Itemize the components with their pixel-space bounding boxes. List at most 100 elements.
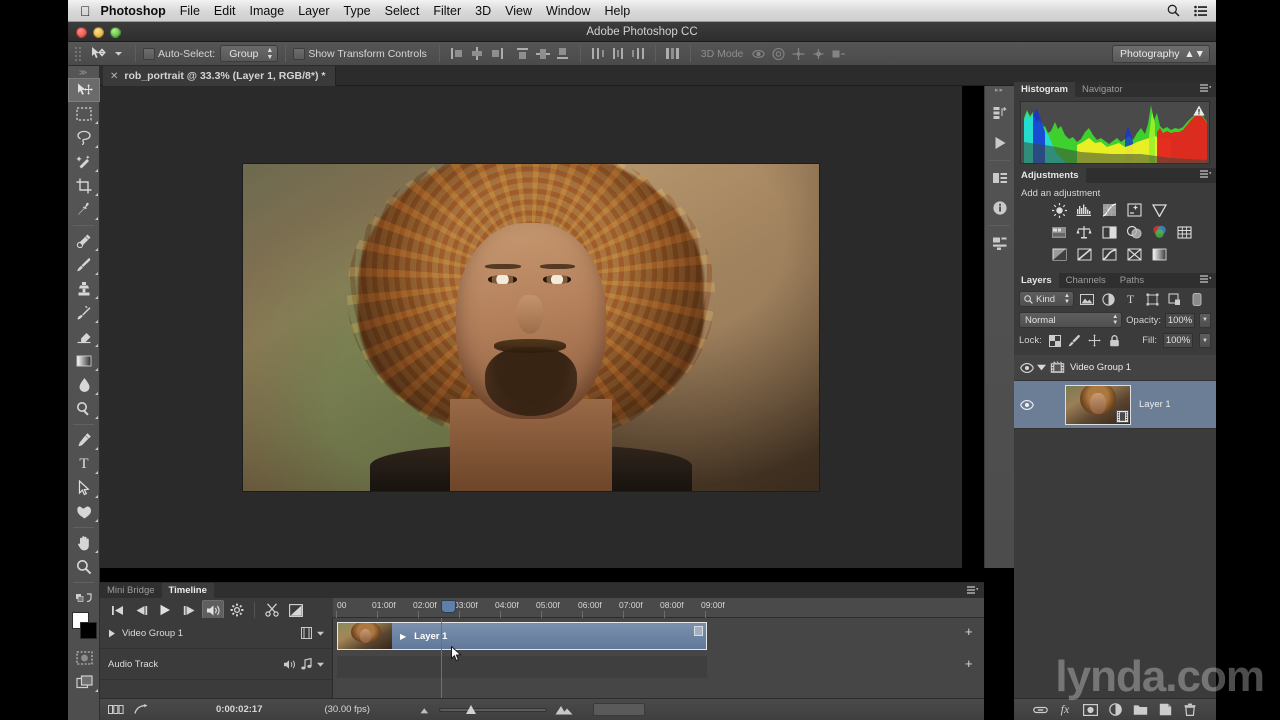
lock-image-icon[interactable]: [1068, 334, 1082, 348]
filter-smart-icon[interactable]: [1165, 291, 1184, 307]
render-settings-icon[interactable]: [226, 600, 248, 620]
eraser-tool[interactable]: [68, 325, 100, 349]
align-top-edges-icon[interactable]: [514, 45, 532, 63]
panel-menu-icon[interactable]: [967, 586, 979, 596]
close-icon[interactable]: ✕: [110, 71, 118, 82]
black-white-icon[interactable]: [1100, 224, 1118, 240]
invert-icon[interactable]: [1050, 246, 1068, 262]
panel-menu-icon[interactable]: [1200, 170, 1212, 180]
layer-filter-kind-select[interactable]: Kind ▲▼: [1019, 291, 1074, 307]
list-icon[interactable]: [1194, 5, 1208, 17]
menu-item-image[interactable]: Image: [249, 4, 284, 18]
convert-to-frame-animation-icon[interactable]: [134, 704, 148, 715]
playhead-handle[interactable]: [441, 600, 456, 613]
photo-filter-icon[interactable]: [1125, 224, 1143, 240]
menu-item-edit[interactable]: Edit: [214, 4, 236, 18]
new-group-icon[interactable]: [1133, 702, 1148, 717]
timeline-clip-layer-1[interactable]: ▶ Layer 1: [337, 622, 707, 650]
hue-saturation-icon[interactable]: [1050, 224, 1068, 240]
tab-navigator[interactable]: Navigator: [1075, 82, 1130, 97]
posterize-icon[interactable]: [1075, 246, 1093, 262]
track-header-audio[interactable]: Audio Track: [100, 649, 332, 680]
options-bar-grip[interactable]: [74, 46, 83, 62]
filter-shape-icon[interactable]: [1143, 291, 1162, 307]
menu-item-help[interactable]: Help: [604, 4, 630, 18]
onion-skin-icon[interactable]: [108, 705, 124, 714]
custom-shape-tool[interactable]: [68, 500, 100, 524]
menu-item-3d[interactable]: 3D: [475, 4, 491, 18]
hand-tool[interactable]: [68, 531, 100, 555]
go-to-first-frame-icon[interactable]: [106, 600, 128, 620]
minimize-window-button[interactable]: [93, 27, 104, 38]
quick-selection-tool[interactable]: [68, 150, 100, 174]
distribute-spacing-icon[interactable]: [664, 45, 682, 63]
menu-item-file[interactable]: File: [180, 4, 200, 18]
filter-pixel-icon[interactable]: [1077, 291, 1096, 307]
menu-item-select[interactable]: Select: [385, 4, 420, 18]
zoom-window-button[interactable]: [110, 27, 121, 38]
exposure-icon[interactable]: [1125, 202, 1143, 218]
transition-icon[interactable]: [285, 600, 307, 620]
brightness-contrast-icon[interactable]: [1050, 202, 1068, 218]
eyedropper-tool[interactable]: [68, 198, 100, 222]
tool-preset-chevron-icon[interactable]: [108, 44, 128, 63]
document-tab[interactable]: ✕ rob_portrait @ 33.3% (Layer 1, RGB/8*)…: [103, 66, 336, 86]
music-note-icon[interactable]: [301, 658, 312, 670]
3d-slide-icon[interactable]: [809, 45, 827, 63]
auto-select-checkbox[interactable]: [143, 48, 155, 60]
menu-app-name[interactable]: Photoshop: [101, 4, 166, 18]
audio-track-lane[interactable]: [337, 656, 707, 678]
move-tool-icon[interactable]: [88, 44, 108, 63]
add-mask-icon[interactable]: [1083, 702, 1098, 717]
frame-rate[interactable]: (30.00 fps): [324, 704, 369, 715]
auto-select-scope-select[interactable]: Group ▲▼: [220, 45, 278, 62]
menu-item-filter[interactable]: Filter: [433, 4, 461, 18]
timeline-ruler[interactable]: 00 01:00f 02:00f 03:00f 04:00f 05:00f 06…: [333, 598, 984, 618]
align-right-edges-icon[interactable]: [488, 45, 506, 63]
channel-mixer-icon[interactable]: [1150, 224, 1168, 240]
tab-mini-bridge[interactable]: Mini Bridge: [100, 583, 162, 598]
speaker-icon[interactable]: [283, 659, 296, 670]
history-brush-tool[interactable]: [68, 301, 100, 325]
quick-mask-icon[interactable]: [68, 646, 100, 670]
rectangular-marquee-tool[interactable]: [68, 102, 100, 126]
blur-tool[interactable]: [68, 373, 100, 397]
tab-adjustments[interactable]: Adjustments: [1014, 168, 1086, 183]
workspace-select[interactable]: Photography ▲▼: [1112, 45, 1210, 63]
move-tool[interactable]: [68, 78, 100, 102]
apple-icon[interactable]: : [80, 4, 91, 18]
filter-adjustment-icon[interactable]: [1099, 291, 1118, 307]
tab-paths[interactable]: Paths: [1113, 273, 1151, 288]
default-colors-icon[interactable]: [68, 586, 100, 610]
zoom-in-icon[interactable]: [555, 705, 573, 715]
zoom-tool[interactable]: [68, 555, 100, 579]
gradient-tool[interactable]: [68, 349, 100, 373]
clone-stamp-tool[interactable]: [68, 277, 100, 301]
canvas-stage[interactable]: [100, 86, 962, 568]
history-icon[interactable]: [985, 98, 1015, 128]
menu-item-view[interactable]: View: [505, 4, 532, 18]
uncached-warning-icon[interactable]: [1193, 105, 1205, 116]
tools-panel-grip[interactable]: ≫: [68, 66, 99, 78]
align-left-edges-icon[interactable]: [448, 45, 466, 63]
brush-tool[interactable]: [68, 253, 100, 277]
threshold-icon[interactable]: [1100, 246, 1118, 262]
layer-row-video-group[interactable]: Video Group 1: [1014, 355, 1216, 381]
tab-histogram[interactable]: Histogram: [1014, 82, 1075, 97]
tab-timeline[interactable]: Timeline: [162, 583, 214, 598]
color-lookup-icon[interactable]: [1175, 224, 1193, 240]
new-adjustment-icon[interactable]: [1108, 702, 1123, 717]
chevron-down-icon[interactable]: [317, 662, 324, 667]
3d-pan-icon[interactable]: [789, 45, 807, 63]
play-icon[interactable]: [154, 600, 176, 620]
next-frame-icon[interactable]: [178, 600, 200, 620]
3d-orbit-icon[interactable]: [749, 45, 767, 63]
filter-type-icon[interactable]: T: [1121, 291, 1140, 307]
layer-visibility-icon[interactable]: [1017, 363, 1037, 373]
histogram-graph[interactable]: [1020, 101, 1210, 164]
align-vertical-centers-icon[interactable]: [534, 45, 552, 63]
timeline-track-canvas[interactable]: ▶ Layer 1 + +: [333, 618, 984, 698]
gradient-map-icon[interactable]: [1150, 246, 1168, 262]
crop-tool[interactable]: [68, 174, 100, 198]
distribute-centers-icon[interactable]: [609, 45, 627, 63]
